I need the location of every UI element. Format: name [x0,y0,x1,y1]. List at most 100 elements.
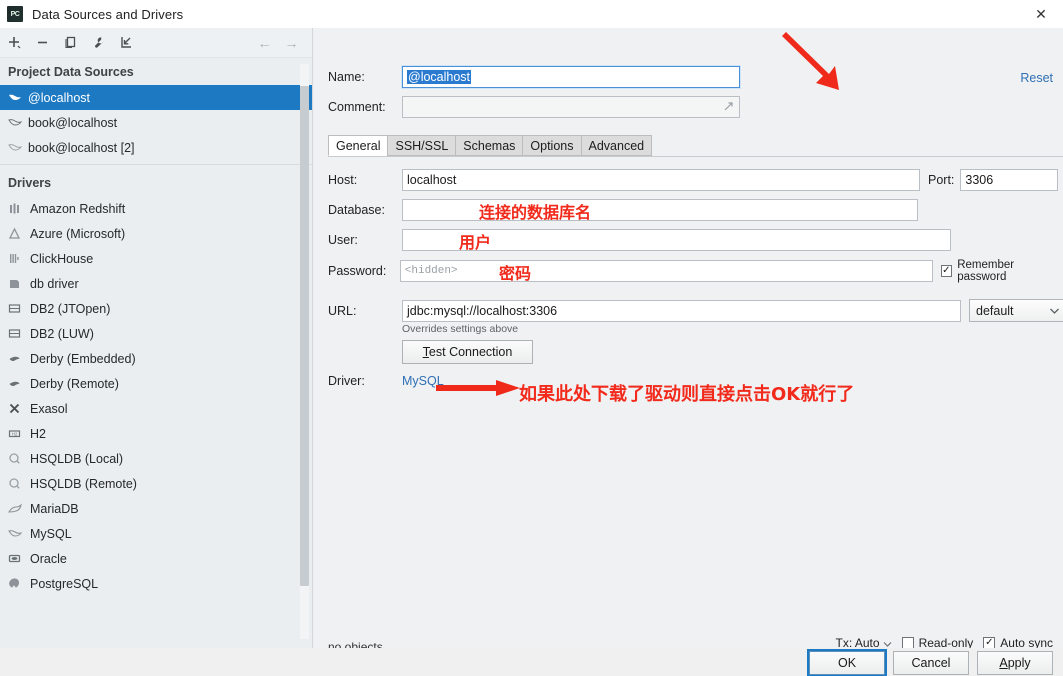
wrench-icon[interactable] [90,34,107,51]
data-source-item-book-localhost[interactable]: book@localhost [0,110,312,135]
generic-driver-icon [8,277,30,290]
data-source-item-book-localhost-2[interactable]: book@localhost [2] [0,135,312,160]
url-label: URL: [328,304,402,318]
host-input-value: localhost [407,173,456,187]
host-input[interactable]: localhost [402,169,920,191]
reset-link[interactable]: Reset [1020,71,1053,85]
driver-item-mariadb[interactable]: MariaDB [0,496,312,521]
data-sources-list: @localhost book@localhost book@localhost… [0,85,312,165]
mysql-dolphin-icon [8,92,28,104]
driver-item-postgresql[interactable]: PostgreSQL [0,571,312,596]
import-icon[interactable] [118,34,135,51]
mysql-dolphin-icon [8,142,28,154]
driver-item-h2[interactable]: H2 H2 [0,421,312,446]
url-mode-value: default [976,304,1014,318]
tab-advanced[interactable]: Advanced [581,135,653,156]
driver-label: Derby (Remote) [30,377,119,391]
nav-group: ← → [256,34,312,51]
driver-label: Driver: [328,374,402,388]
remember-password-checkbox[interactable]: ✓ [941,265,953,277]
ok-button[interactable]: OK [809,651,885,675]
driver-item-azure[interactable]: Azure (Microsoft) [0,221,312,246]
driver-item-clickhouse[interactable]: ClickHouse [0,246,312,271]
driver-annotation: 如果此处下载了驱动则直接点击OK就行了 [519,380,854,406]
test-connection-button[interactable]: Test Connection [402,340,533,364]
forward-icon[interactable]: → [283,34,300,51]
sidebar-scrollbar-thumb[interactable] [300,86,309,586]
password-label: Password: [328,264,400,278]
url-mode-dropdown[interactable]: default [969,299,1063,322]
password-input[interactable]: <hidden> [400,260,933,282]
driver-arrow-icon [434,376,524,400]
tab-general[interactable]: General [328,135,387,156]
driver-label: DB2 (JTOpen) [30,302,110,316]
h2-icon: H2 [8,427,30,440]
tab-bar: General SSH/SSL Schemas Options Advanced [328,135,652,156]
driver-item-hsqldb-local[interactable]: HSQLDB (Local) [0,446,312,471]
remember-password-row[interactable]: ✓ Remember password [941,259,1063,283]
url-input[interactable]: jdbc:mysql://localhost:3306 [402,300,961,322]
sidebar: ← → Project Data Sources @localhost book… [0,28,313,648]
tab-schemas[interactable]: Schemas [455,135,522,156]
pycharm-icon: PC [7,6,23,22]
test-connection-label-rest: est Connection [429,345,512,359]
redshift-icon [8,202,30,215]
cancel-button[interactable]: Cancel [893,651,969,675]
project-data-sources-header: Project Data Sources [0,58,312,85]
driver-label: HSQLDB (Local) [30,452,123,466]
driver-item-derby-remote[interactable]: Derby (Remote) [0,371,312,396]
port-input[interactable]: 3306 [960,169,1058,191]
data-source-label: @localhost [28,91,90,105]
driver-label: Derby (Embedded) [30,352,136,366]
driver-label: MariaDB [30,502,79,516]
driver-item-db-driver[interactable]: db driver [0,271,312,296]
drivers-header: Drivers [0,165,312,196]
tab-ssh-ssl[interactable]: SSH/SSL [387,135,455,156]
clickhouse-icon [8,252,30,265]
detail-panel: Name: @localhost Comment: Reset General … [314,28,1063,648]
user-label: User: [328,233,402,247]
hsqldb-icon [8,452,30,465]
data-source-label: book@localhost [2] [28,141,135,155]
user-input[interactable] [402,229,951,251]
data-sources-dialog: PC Data Sources and Drivers ✕ ← → [0,0,1063,676]
driver-item-oracle[interactable]: Oracle [0,546,312,571]
name-input[interactable]: @localhost [402,66,740,88]
driver-label: H2 [30,427,46,441]
driver-item-amazon-redshift[interactable]: Amazon Redshift [0,196,312,221]
password-row: Password: <hidden> ✓ Remember password [328,259,1063,283]
data-source-item-localhost[interactable]: @localhost [0,85,312,110]
oracle-icon [8,552,30,565]
driver-link[interactable]: MySQL [402,374,444,388]
expand-icon[interactable] [722,100,735,116]
ok-arrow-icon [779,30,859,92]
azure-icon [8,227,30,240]
close-icon[interactable]: ✕ [1019,0,1063,28]
remove-icon[interactable] [34,34,51,51]
url-hint: Overrides settings above [402,323,518,335]
db2-icon [8,327,30,340]
driver-item-mysql[interactable]: MySQL [0,521,312,546]
driver-item-hsqldb-remote[interactable]: HSQLDB (Remote) [0,471,312,496]
name-row: Name: @localhost [328,66,740,88]
window-title: Data Sources and Drivers [32,7,183,22]
driver-item-exasol[interactable]: Exasol [0,396,312,421]
database-input[interactable] [402,199,918,221]
dialog-footer: ? OK Cancel Apply [0,648,1063,676]
driver-label: ClickHouse [30,252,93,266]
tab-options[interactable]: Options [522,135,580,156]
driver-row: Driver: MySQL [328,374,444,388]
driver-label: Exasol [30,402,68,416]
comment-row: Comment: [328,96,740,118]
comment-input[interactable] [402,96,740,118]
driver-item-db2-jtopen[interactable]: DB2 (JTOpen) [0,296,312,321]
driver-item-db2-luw[interactable]: DB2 (LUW) [0,321,312,346]
add-icon[interactable] [6,34,23,51]
apply-button[interactable]: Apply [977,651,1053,675]
derby-icon [8,352,30,365]
driver-item-derby-embedded[interactable]: Derby (Embedded) [0,346,312,371]
copy-icon[interactable] [62,34,79,51]
back-icon[interactable]: ← [256,34,273,51]
mysql-dolphin-icon [8,528,30,540]
host-row: Host: localhost Port: 3306 [328,169,1058,191]
